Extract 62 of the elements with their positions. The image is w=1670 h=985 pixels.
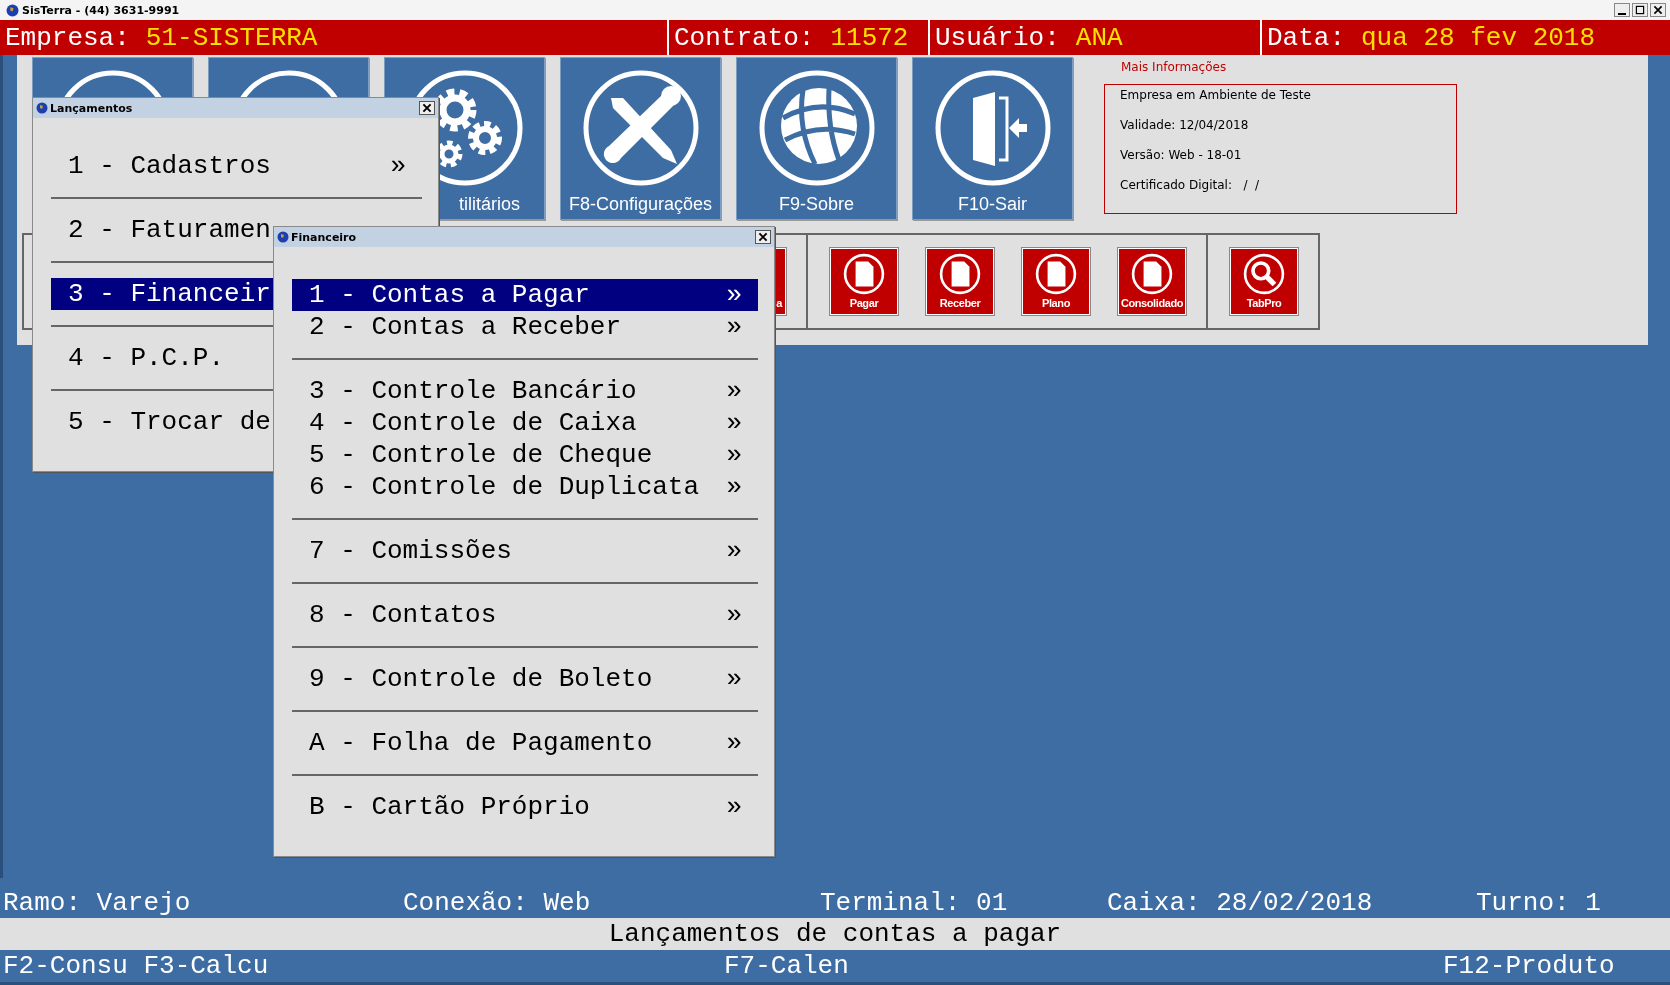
info-text: Versão: Web - 18-01	[1120, 148, 1243, 162]
status-field: Conexão: Web	[403, 888, 820, 918]
close-icon	[756, 231, 770, 243]
minimize-icon	[1618, 13, 1626, 15]
globe-icon	[6, 3, 19, 17]
shortcut-button[interactable]: Receber	[926, 248, 994, 315]
status-field: Ramo: Varejo	[3, 888, 403, 918]
menu-item[interactable]: 2 - Contas a Receber »	[292, 311, 758, 343]
globe-icon	[36, 102, 48, 114]
close-icon	[420, 102, 434, 114]
dialog-title: Financeiro	[291, 230, 357, 244]
info-text: Validade: 12/04/2018	[1120, 118, 1250, 132]
shortcut-button[interactable]: Consolidado	[1118, 248, 1186, 315]
dialog-title: Lançamentos	[50, 101, 133, 115]
info-heading: Mais Informações	[1121, 60, 1228, 74]
menu-item[interactable]: B - Cartão Próprio »	[292, 791, 758, 823]
status-field: Caixa: 28/02/2018	[1107, 888, 1476, 918]
menu-item[interactable]: 5 - Controle de Cheque »	[292, 439, 758, 471]
function-key-hint: F12-Produto	[1443, 951, 1616, 981]
document-icon	[1035, 253, 1077, 295]
document-icon	[939, 253, 981, 295]
globe-icon	[277, 231, 289, 243]
document-icon	[1131, 253, 1173, 295]
document-icon	[843, 253, 885, 295]
menu-item[interactable]: 4 - Controle de Caixa »	[292, 407, 758, 439]
status-field: Turno: 1	[1476, 888, 1670, 918]
minimize-button[interactable]	[1614, 3, 1630, 17]
header-label: Empresa:	[5, 22, 130, 53]
menu-item[interactable]: 7 - Comissões »	[292, 535, 758, 567]
menu-item[interactable]: 6 - Controle de Duplicata »	[292, 471, 758, 503]
close-icon	[1651, 4, 1665, 16]
window-title: SisTerra - (44) 3631-9991	[22, 3, 180, 17]
header-value: ANA	[1075, 22, 1123, 53]
header-label: Contrato:	[674, 22, 815, 53]
header-value: 11572	[830, 22, 909, 53]
header-label: Usuário:	[935, 22, 1060, 53]
maximize-button[interactable]	[1632, 3, 1648, 17]
status-field: Terminal: 01	[820, 888, 1107, 918]
close-button[interactable]	[419, 101, 435, 115]
toolbar-tile[interactable]: F10-Sair	[912, 57, 1073, 220]
status-message: Lançamentos de contas a pagar	[608, 919, 1062, 949]
function-key-hint: F7-Calen	[724, 951, 850, 981]
toolbar-tile[interactable]: F8-Configurações	[560, 57, 721, 220]
info-text: Certificado Digital: / /	[1120, 178, 1261, 192]
info-text: Empresa em Ambiente de Teste	[1120, 88, 1312, 102]
header-value: 51-SISTERRA	[145, 22, 318, 53]
search-icon	[1243, 253, 1285, 295]
menu-item[interactable]: 9 - Controle de Boleto »	[292, 663, 758, 695]
menu-item[interactable]: 8 - Contatos »	[292, 599, 758, 631]
toolbar-tile[interactable]: F9-Sobre	[736, 57, 897, 220]
menu-item[interactable]: 3 - Controle Bancário »	[292, 375, 758, 407]
close-button[interactable]	[1650, 3, 1666, 17]
header-value: qua 28 fev 2018	[1361, 22, 1596, 53]
function-key-hint: F2-Consu F3-Calcu	[3, 951, 270, 981]
shortcut-button[interactable]: TabPro	[1230, 248, 1298, 315]
menu-item[interactable]: A - Folha de Pagamento »	[292, 727, 758, 759]
menu-item[interactable]: 1 - Contas a Pagar »	[292, 279, 758, 311]
maximize-icon	[1633, 4, 1647, 16]
shortcut-button[interactable]: Plano	[1022, 248, 1090, 315]
close-button[interactable]	[755, 230, 771, 244]
shortcut-button[interactable]: Pagar	[830, 248, 898, 315]
header-label: Data:	[1267, 22, 1345, 53]
